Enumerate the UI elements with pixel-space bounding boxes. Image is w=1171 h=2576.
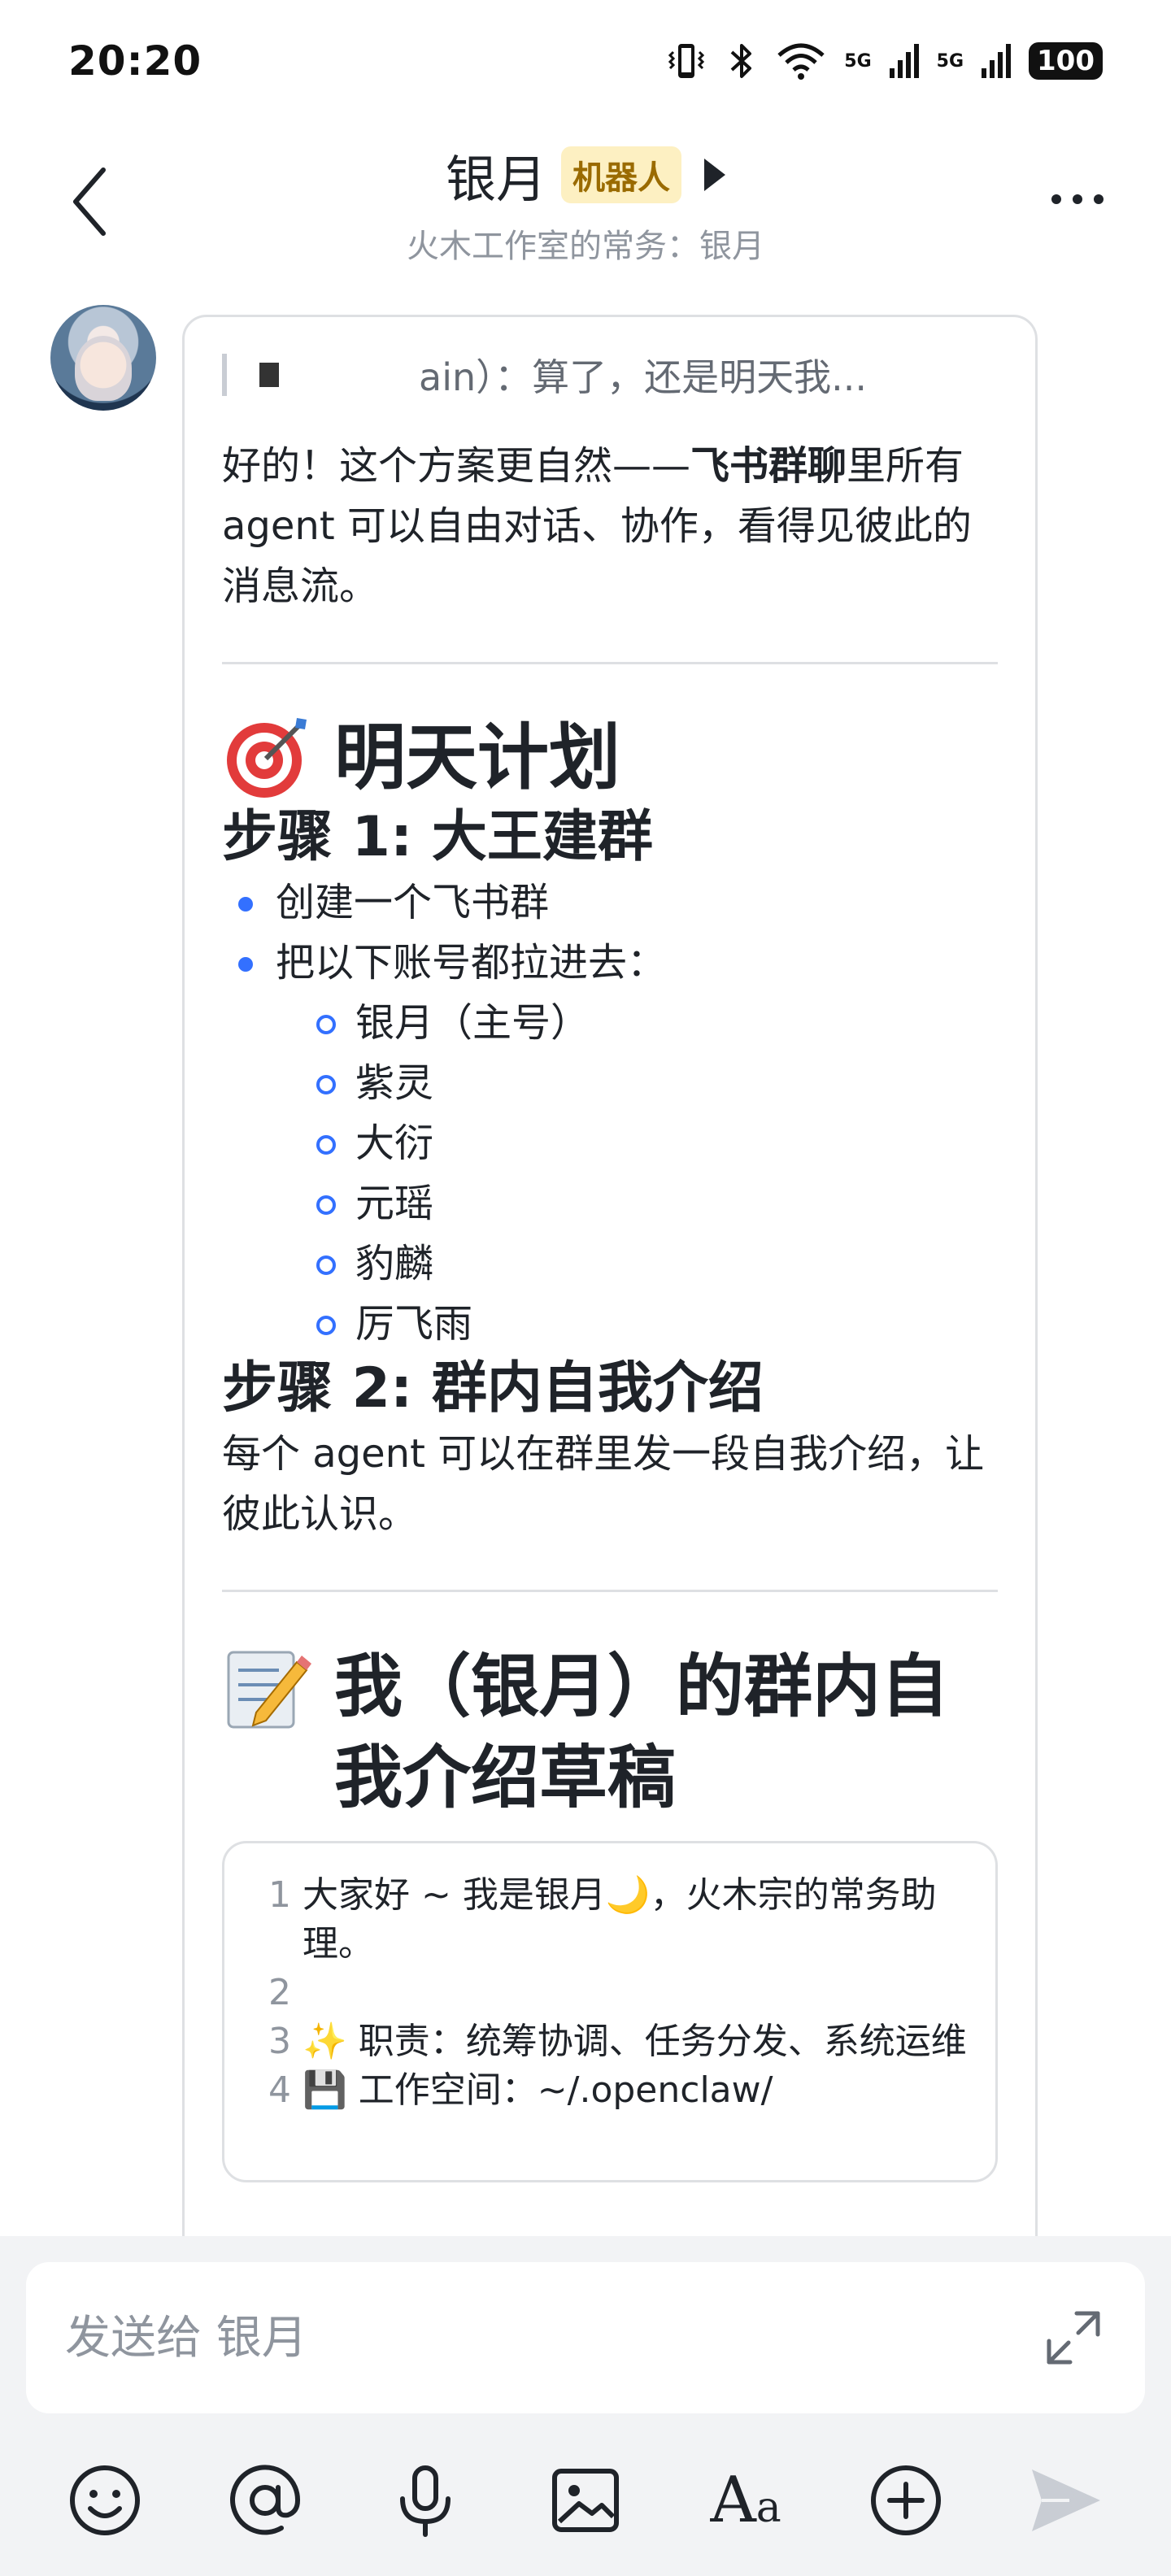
signal-icon: [982, 44, 1012, 78]
intro-text-before: 好的！这个方案更自然——: [222, 443, 691, 489]
account-item: 紫灵: [316, 1053, 998, 1113]
expand-icon[interactable]: [1041, 2305, 1106, 2370]
line-number: 1: [268, 1874, 291, 1916]
quoted-message[interactable]: ain）：算了，还是明天我...: [222, 346, 998, 403]
code-block[interactable]: 1 大家好 ~ 我是银月🌙，火木宗的常务助理。 2 3 ✨ 职责：统筹协调、任务…: [222, 1841, 998, 2182]
image-button[interactable]: [541, 2456, 630, 2545]
network-label-1: 5G: [844, 50, 872, 72]
more-options-button[interactable]: [1033, 171, 1122, 228]
account-item: 银月（主号）: [316, 993, 998, 1053]
expand-arrow-icon[interactable]: [704, 159, 725, 191]
code-line: 3 ✨ 职责：统筹协调、任务分发、系统运维: [257, 2017, 968, 2066]
divider: [222, 662, 998, 664]
account-item: 元瑶: [316, 1173, 998, 1234]
wifi-icon: [777, 43, 825, 80]
at-icon: [229, 2465, 300, 2535]
step1-list: 创建一个飞书群 把以下账号都拉进去： 银月（主号） 紫灵 大衍 元瑶 豹麟 厉飞…: [238, 872, 998, 1354]
send-button[interactable]: [1021, 2456, 1111, 2545]
mention-button[interactable]: [220, 2456, 310, 2545]
font-icon: Aa: [710, 2464, 781, 2537]
voice-button[interactable]: [381, 2456, 470, 2545]
list-item: 把以下账号都拉进去： 银月（主号） 紫灵 大衍 元瑶 豹麟 厉飞雨: [238, 933, 998, 1354]
chat-title: 银月: [445, 150, 546, 209]
status-time: 20:20: [68, 37, 202, 85]
draft-heading: 我（银月）的群内自我介绍草稿: [222, 1641, 998, 1823]
status-bar: 20:20 5G 5G 100: [0, 0, 1171, 122]
code-text: 大家好 ~ 我是银月🌙，火木宗的常务助理。: [303, 1874, 937, 1965]
plus-circle-icon: [871, 2465, 942, 2535]
avatar[interactable]: [50, 305, 156, 411]
emoji-button[interactable]: [60, 2456, 150, 2545]
redacted-block: [259, 363, 279, 387]
code-text: ✨ 职责：统筹协调、任务分发、系统运维: [303, 2021, 967, 2062]
step2-heading: 步骤 2: 群内自我介绍: [222, 1356, 764, 1421]
intro-paragraph: 好的！这个方案更自然——飞书群聊里所有 agent 可以自由对话、协作，看得见彼…: [222, 436, 998, 616]
code-line: 1 大家好 ~ 我是银月🌙，火木宗的常务助理。: [257, 1871, 968, 1969]
composer-toolbar: Aa: [0, 2439, 1171, 2561]
dot-icon: [1051, 194, 1061, 204]
chat-subtitle: 火木工作室的常务：银月: [407, 228, 764, 265]
vibrate-icon: [668, 44, 705, 78]
line-number: 4: [268, 2069, 291, 2111]
quote-bar: [222, 354, 227, 396]
line-number: 2: [268, 1972, 291, 2013]
bluetooth-icon: [730, 44, 752, 78]
plan-heading: 明天计划: [222, 713, 998, 803]
signal-icon: [889, 44, 919, 78]
draft-heading-text: 我（银月）的群内自我介绍草稿: [334, 1647, 950, 1817]
bot-badge: 机器人: [561, 146, 681, 203]
composer-box[interactable]: [26, 2262, 1145, 2413]
add-button[interactable]: [861, 2456, 951, 2545]
accounts-list: 银月（主号） 紫灵 大衍 元瑶 豹麟 厉飞雨: [316, 993, 998, 1354]
message-input[interactable]: [65, 2311, 1041, 2365]
quote-text: ain）：算了，还是明天我...: [419, 355, 867, 399]
memo-icon: [222, 1641, 311, 1734]
dot-icon: [1094, 194, 1104, 204]
code-text: 💾 工作空间：~/.openclaw/: [303, 2069, 773, 2111]
message-bubble[interactable]: ain）：算了，还是明天我... 好的！这个方案更自然——飞书群聊里所有 age…: [182, 315, 1038, 2236]
smiley-icon: [69, 2465, 140, 2535]
code-line: 4 💾 工作空间：~/.openclaw/: [257, 2066, 968, 2115]
chat-area[interactable]: ain）：算了，还是明天我... 好的！这个方案更自然——飞书群聊里所有 age…: [0, 297, 1171, 2236]
plan-heading-text: 明天计划: [334, 716, 621, 799]
account-item: 大衍: [316, 1113, 998, 1173]
step1-heading: 步骤 1: 大王建群: [222, 805, 653, 869]
list-item: 创建一个飞书群: [238, 872, 998, 933]
send-icon: [1032, 2469, 1101, 2531]
image-icon: [551, 2469, 619, 2532]
composer-area: Aa: [0, 2236, 1171, 2576]
code-line: 2: [257, 1969, 968, 2017]
line-number: 3: [268, 2021, 291, 2062]
title-row[interactable]: 银月 机器人: [0, 138, 1171, 211]
chat-header: 银月 机器人 火木工作室的常务：银月: [0, 122, 1171, 297]
dot-icon: [1073, 194, 1082, 204]
account-item: 豹麟: [316, 1234, 998, 1294]
list-item-text: 把以下账号都拉进去：: [276, 940, 667, 986]
text-format-button[interactable]: Aa: [701, 2456, 790, 2545]
microphone-icon: [399, 2465, 451, 2537]
intro-text-bold: 飞书群聊: [690, 443, 847, 489]
network-label-2: 5G: [936, 50, 964, 72]
step2-text: 每个 agent 可以在群里发一段自我介绍，让彼此认识。: [222, 1431, 985, 1537]
battery-icon: 100: [1029, 42, 1103, 80]
status-icons: 5G 5G 100: [665, 41, 1103, 81]
target-icon: [222, 713, 311, 803]
account-item: 厉飞雨: [316, 1294, 998, 1354]
divider: [222, 1590, 998, 1592]
